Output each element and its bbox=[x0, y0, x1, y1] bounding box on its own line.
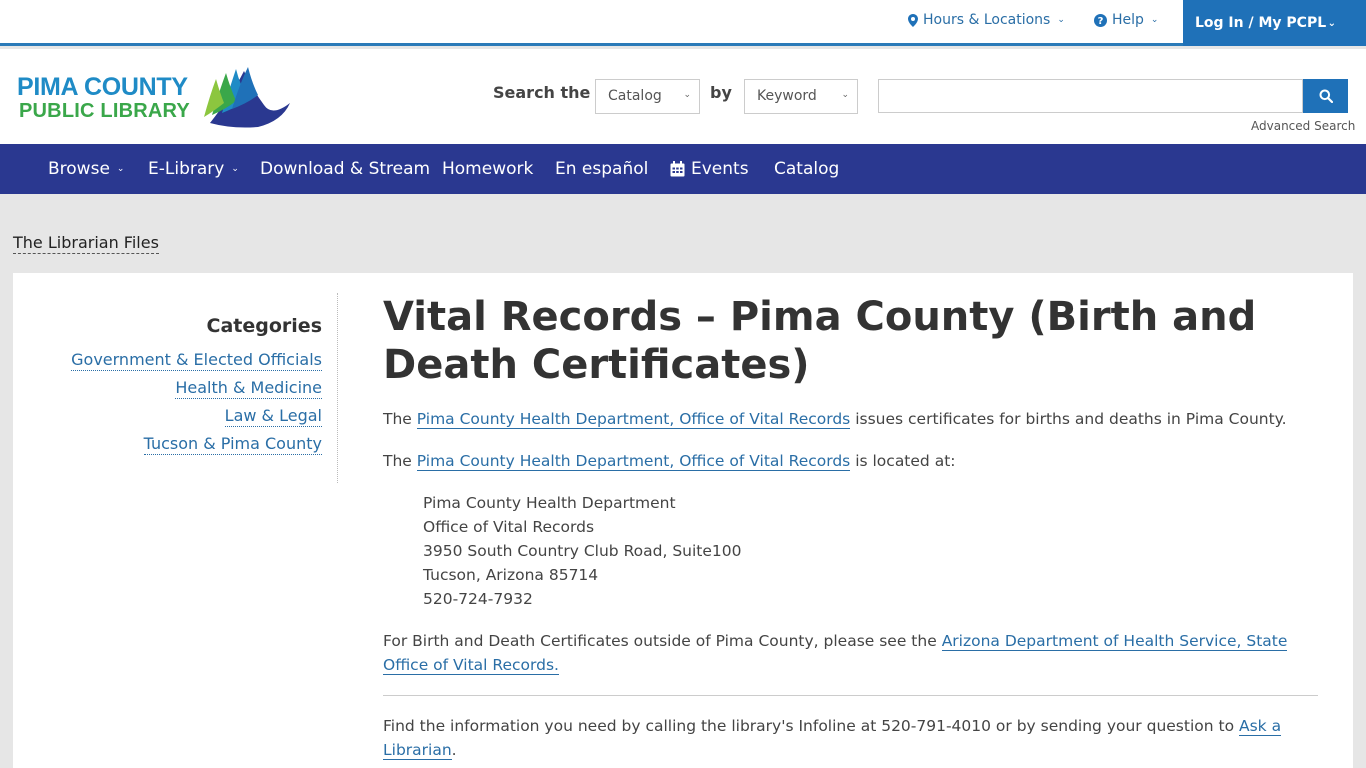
login-button[interactable]: Log In / My PCPL ⌄ bbox=[1183, 0, 1366, 46]
chevron-down-icon: ⌄ bbox=[1327, 17, 1336, 29]
chevron-down-icon: ⌄ bbox=[116, 164, 125, 174]
search-input[interactable] bbox=[878, 79, 1303, 113]
by-label: by bbox=[710, 83, 732, 102]
hours-locations-label: Hours & Locations bbox=[923, 12, 1051, 28]
nav-homework[interactable]: Homework bbox=[442, 144, 533, 194]
p4-text-post: . bbox=[451, 741, 457, 759]
p3-text-pre: For Birth and Death Certificates outside… bbox=[383, 632, 942, 650]
calendar-icon bbox=[670, 161, 685, 177]
hours-locations-link[interactable]: Hours & Locations ⌄ bbox=[908, 12, 1065, 28]
address-line: Office of Vital Records bbox=[423, 518, 595, 536]
p1-text-pre: The bbox=[383, 410, 417, 428]
p1-text-post: issues certificates for births and death… bbox=[850, 410, 1287, 428]
library-logo[interactable]: PIMA COUNTY PUBLIC LIBRARY bbox=[17, 65, 292, 131]
chevron-down-icon: ⌄ bbox=[231, 164, 239, 174]
map-pin-icon bbox=[908, 13, 918, 27]
search-scope-value: Catalog bbox=[608, 88, 662, 104]
article: Vital Records – Pima County (Birth and D… bbox=[383, 293, 1318, 762]
p2-text-post: is located at: bbox=[850, 452, 956, 470]
paragraph-1: The Pima County Health Department, Offic… bbox=[383, 407, 1318, 431]
address-phone: 520-724-7932 bbox=[423, 590, 533, 608]
category-link-government[interactable]: Government & Elected Officials bbox=[71, 350, 322, 371]
logo-line2: PUBLIC LIBRARY bbox=[19, 100, 190, 122]
nav-catalog-label: Catalog bbox=[774, 159, 840, 179]
nav-download-label: Download & Stream bbox=[260, 159, 431, 179]
categories-title: Categories bbox=[206, 315, 322, 337]
search-icon bbox=[1319, 89, 1333, 103]
vital-records-link-2[interactable]: Pima County Health Department, Office of… bbox=[416, 452, 851, 471]
category-link-tucson[interactable]: Tucson & Pima County bbox=[143, 434, 322, 455]
book-pages-icon bbox=[204, 67, 290, 128]
vital-records-link-1[interactable]: Pima County Health Department, Office of… bbox=[416, 410, 851, 429]
category-link-law[interactable]: Law & Legal bbox=[224, 406, 322, 427]
nav-elibrary[interactable]: E-Library ⌄ bbox=[148, 144, 239, 194]
categories-sidebar: Categories Government & Elected Official… bbox=[13, 293, 338, 483]
address-block: Pima County Health Department Office of … bbox=[423, 491, 1318, 611]
nav-browse[interactable]: Browse ⌄ bbox=[48, 144, 124, 194]
nav-events-label: Events bbox=[691, 159, 749, 179]
chevron-down-icon: ⌄ bbox=[683, 90, 691, 100]
content-card: Categories Government & Elected Official… bbox=[13, 273, 1353, 768]
nav-elibrary-label: E-Library bbox=[148, 159, 225, 179]
nav-browse-label: Browse bbox=[48, 159, 110, 179]
chevron-down-icon: ⌄ bbox=[1150, 15, 1159, 25]
search-scope-select[interactable]: Catalog ⌄ bbox=[595, 79, 700, 114]
help-label: Help bbox=[1112, 12, 1144, 28]
search-button[interactable] bbox=[1303, 79, 1348, 113]
p2-text-pre: The bbox=[383, 452, 417, 470]
search-label: Search the bbox=[493, 83, 591, 102]
category-link-health[interactable]: Health & Medicine bbox=[175, 378, 322, 399]
site-header: PIMA COUNTY PUBLIC LIBRARY Search the Ca… bbox=[0, 49, 1366, 144]
help-link[interactable]: ? Help ⌄ bbox=[1094, 12, 1158, 28]
address-line: Tucson, Arizona 85714 bbox=[423, 566, 599, 584]
page-title: Vital Records – Pima County (Birth and D… bbox=[383, 294, 1257, 388]
divider bbox=[383, 695, 1318, 696]
question-circle-icon: ? bbox=[1094, 13, 1107, 27]
logo-line1: PIMA COUNTY bbox=[17, 73, 188, 101]
nav-homework-label: Homework bbox=[442, 159, 534, 179]
nav-download-stream[interactable]: Download & Stream bbox=[260, 144, 430, 194]
main-nav: Browse ⌄ E-Library ⌄ Download & Stream H… bbox=[0, 144, 1366, 194]
address-line: 3950 South Country Club Road, Suite100 bbox=[423, 542, 742, 560]
paragraph-4: Find the information you need by calling… bbox=[383, 714, 1318, 762]
nav-catalog[interactable]: Catalog bbox=[774, 144, 839, 194]
chevron-down-icon: ⌄ bbox=[841, 90, 849, 100]
advanced-search-link[interactable]: Advanced Search bbox=[1251, 119, 1355, 133]
search-type-value: Keyword bbox=[757, 88, 817, 104]
paragraph-2: The Pima County Health Department, Offic… bbox=[383, 449, 1318, 473]
address-line: Pima County Health Department bbox=[423, 494, 676, 512]
utility-bar: Hours & Locations ⌄ ? Help ⌄ Log In / My… bbox=[0, 0, 1366, 46]
login-label: Log In / My PCPL bbox=[1195, 15, 1327, 31]
breadcrumb[interactable]: The Librarian Files bbox=[13, 233, 159, 254]
nav-espanol-label: En español bbox=[555, 159, 649, 179]
svg-text:?: ? bbox=[1098, 16, 1104, 27]
search-type-select[interactable]: Keyword ⌄ bbox=[744, 79, 858, 114]
nav-en-espanol[interactable]: En español bbox=[555, 144, 648, 194]
p4-text-pre: Find the information you need by calling… bbox=[383, 717, 1239, 735]
paragraph-3: For Birth and Death Certificates outside… bbox=[383, 629, 1318, 677]
nav-events[interactable]: Events bbox=[670, 144, 749, 194]
chevron-down-icon: ⌄ bbox=[1057, 15, 1065, 25]
